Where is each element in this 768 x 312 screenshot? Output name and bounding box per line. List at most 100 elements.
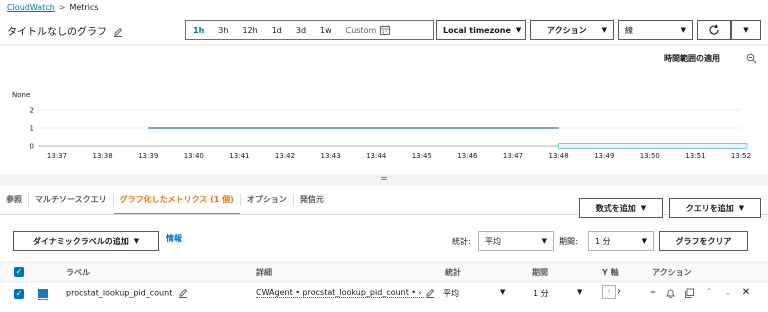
time-range-custom[interactable]: Custom bbox=[339, 25, 398, 35]
time-range-3h[interactable]: 3h bbox=[211, 26, 235, 35]
panel-splitter[interactable]: = bbox=[0, 174, 768, 186]
time-range-selector: 1h 3h 12h 1d 3d 1w Custom bbox=[185, 20, 434, 40]
col-header-details: 詳細 bbox=[256, 268, 272, 277]
x-tick-label: 13:44 bbox=[366, 152, 387, 160]
x-tick-label: 13:50 bbox=[640, 152, 660, 160]
stat-dropdown[interactable]: 平均 ▼ bbox=[478, 231, 554, 251]
clear-graph-label: グラフをクリア bbox=[675, 236, 732, 246]
info-link[interactable]: 情報 bbox=[166, 233, 182, 244]
col-header-y-axis: Y 軸 bbox=[602, 268, 619, 277]
timezone-value: Local timezone bbox=[443, 25, 511, 35]
move-down-icon[interactable]: ⌄ bbox=[722, 287, 734, 299]
range-highlight bbox=[558, 143, 748, 149]
clear-graph-button[interactable]: グラフをクリア bbox=[659, 231, 748, 251]
chart-type-dropdown[interactable]: 線 ▼ bbox=[618, 20, 693, 40]
stat-filter-label: 統計: bbox=[452, 237, 471, 246]
math-function-icon[interactable]: ⌁ bbox=[647, 287, 659, 299]
x-tick-label: 13:43 bbox=[321, 152, 341, 160]
tab-source[interactable]: 発信元 bbox=[294, 194, 330, 206]
x-tick-label: 13:47 bbox=[503, 152, 523, 160]
chart-type-value: 線 bbox=[625, 25, 633, 35]
row-label-text: procstat_lookup_pid_count bbox=[66, 288, 173, 298]
add-math-button[interactable]: 数式を追加 ▼ bbox=[579, 198, 663, 218]
caret-down-icon: ▼ bbox=[680, 26, 686, 34]
add-query-button[interactable]: クエリを追加 ▼ bbox=[669, 198, 761, 218]
row-label: procstat_lookup_pid_count bbox=[66, 288, 188, 298]
select-all-checkbox[interactable]: ✓ bbox=[14, 267, 24, 277]
period-dropdown[interactable]: 1 分 ▼ bbox=[588, 231, 654, 251]
refresh-options-dropdown[interactable]: ▼ bbox=[731, 20, 761, 40]
tab-multi-source-query[interactable]: マルチソースクエリ bbox=[29, 194, 114, 206]
edit-details-icon[interactable] bbox=[425, 288, 435, 298]
add-math-label: 数式を追加 bbox=[595, 203, 636, 213]
move-up-icon[interactable]: ⌃ bbox=[703, 287, 715, 299]
y-axis-right-button[interactable]: › bbox=[617, 285, 627, 299]
tab-browse[interactable]: 参照 bbox=[0, 194, 29, 206]
calendar-icon bbox=[380, 25, 391, 35]
timezone-dropdown[interactable]: Local timezone ▼ bbox=[436, 20, 526, 40]
add-dynamic-label-button[interactable]: ダイナミックラベルの追加 ▼ bbox=[13, 231, 159, 251]
x-tick-label: 13:37 bbox=[47, 152, 67, 160]
edit-label-icon[interactable] bbox=[178, 288, 188, 298]
row-stat-dropdown-icon[interactable]: ▼ bbox=[500, 288, 505, 296]
metrics-line-chart[interactable]: None 0 1 2 13:37 13:38 13:39 13:40 13:41 13:42 13:… bbox=[0, 80, 768, 174]
row-period: 1 分 bbox=[533, 289, 549, 298]
period-dropdown-value: 1 分 bbox=[595, 236, 611, 246]
series-line-style bbox=[38, 299, 48, 300]
time-range-3d[interactable]: 3d bbox=[289, 26, 313, 35]
row-stat: 平均 bbox=[443, 289, 459, 298]
col-header-period: 期間 bbox=[532, 268, 548, 277]
close-icon[interactable]: ✕ bbox=[740, 287, 752, 299]
x-tick-label: 13:46 bbox=[457, 152, 478, 160]
time-range-1h[interactable]: 1h bbox=[186, 26, 211, 35]
stat-dropdown-value: 平均 bbox=[485, 236, 501, 246]
caret-down-icon: ▼ bbox=[743, 26, 749, 34]
tab-options[interactable]: オプション bbox=[241, 194, 294, 206]
col-header-label: ラベル bbox=[66, 268, 90, 277]
period-filter-label: 期間: bbox=[559, 237, 578, 246]
caret-down-icon: ▼ bbox=[641, 237, 647, 245]
tab-graphed-metrics[interactable]: グラフ化したメトリクス (1 個) bbox=[113, 194, 241, 215]
x-tick-label: 13:48 bbox=[549, 152, 569, 160]
graph-title: タイトルなしのグラフ bbox=[7, 23, 123, 38]
col-header-actions: アクション bbox=[652, 268, 692, 277]
bell-alarm-icon[interactable] bbox=[665, 288, 676, 299]
actions-label: アクション bbox=[547, 25, 587, 35]
add-query-label: クエリを追加 bbox=[685, 203, 734, 213]
x-tick-label: 13:38 bbox=[93, 152, 113, 160]
caret-down-icon: ▼ bbox=[515, 26, 522, 34]
y-tick-label: 0 bbox=[30, 143, 34, 151]
refresh-button[interactable] bbox=[697, 20, 731, 40]
apply-time-range-link[interactable]: 時間範囲の適用 bbox=[664, 53, 720, 64]
x-tick-label: 13:45 bbox=[412, 152, 432, 160]
edit-pencil-icon[interactable] bbox=[113, 27, 123, 37]
row-checkbox[interactable]: ✓ bbox=[14, 289, 24, 299]
breadcrumb-root-link[interactable]: CloudWatch bbox=[7, 3, 55, 12]
y-axis-left-button[interactable]: ‹ bbox=[602, 285, 616, 299]
x-tick-label: 13:39 bbox=[138, 152, 158, 160]
x-tick-label: 13:42 bbox=[275, 152, 295, 160]
caret-down-icon: ▼ bbox=[640, 204, 647, 212]
graph-title-text: タイトルなしのグラフ bbox=[7, 27, 107, 38]
time-range-1d[interactable]: 1d bbox=[265, 26, 289, 35]
zoom-out-icon[interactable] bbox=[746, 53, 757, 64]
col-header-stat: 統計 bbox=[445, 268, 461, 277]
x-tick-label: 13:40 bbox=[184, 152, 204, 160]
row-period-dropdown-icon[interactable]: ▼ bbox=[577, 288, 582, 296]
caret-down-icon: ▼ bbox=[133, 237, 140, 245]
copy-icon[interactable] bbox=[684, 288, 695, 299]
time-range-12h[interactable]: 12h bbox=[235, 26, 264, 35]
y-axis-label: None bbox=[12, 91, 30, 99]
caret-down-icon: ▼ bbox=[738, 204, 745, 212]
breadcrumb-separator: > bbox=[58, 3, 66, 12]
time-range-1w[interactable]: 1w bbox=[313, 26, 339, 35]
series-color-swatch[interactable] bbox=[38, 289, 48, 298]
y-tick-label: 1 bbox=[30, 125, 34, 133]
breadcrumb: CloudWatch > Metrics bbox=[7, 3, 99, 12]
x-tick-label: 13:41 bbox=[229, 152, 249, 160]
actions-dropdown[interactable]: アクション ▼ bbox=[530, 20, 614, 40]
row-details[interactable]: CWAgent • procstat_lookup_pid_count • ‹ bbox=[256, 288, 424, 298]
x-tick-label: 13:49 bbox=[594, 152, 614, 160]
caret-down-icon: ▼ bbox=[541, 237, 547, 245]
refresh-icon bbox=[709, 24, 719, 35]
